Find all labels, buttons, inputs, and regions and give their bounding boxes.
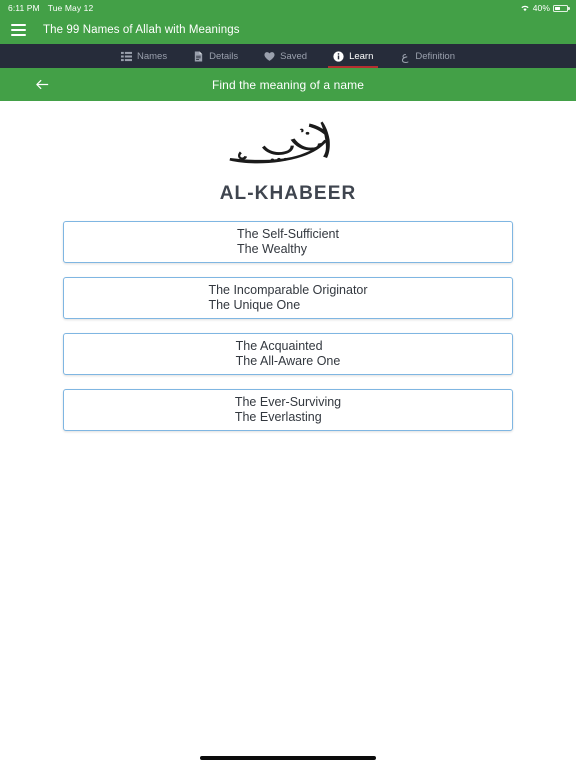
tab-definition[interactable]: ع Definition	[386, 44, 468, 68]
status-bar: 6:11 PM Tue May 12 40%	[0, 0, 576, 16]
page-title: AL-KHABEER	[219, 183, 357, 204]
answer-option-4-text: The Ever-Surviving The Everlasting	[234, 395, 342, 424]
status-bar-right: 40%	[520, 3, 570, 13]
info-icon	[333, 50, 344, 62]
tab-definition-label: Definition	[415, 50, 455, 62]
tab-details[interactable]: Details	[180, 44, 251, 68]
tab-saved[interactable]: Saved	[251, 44, 320, 68]
back-arrow-icon[interactable]	[34, 76, 51, 93]
sub-header-title: Find the meaning of a name	[211, 77, 365, 92]
battery-icon	[553, 4, 570, 12]
answer-option-2-text: The Incomparable Originator The Unique O…	[208, 283, 368, 312]
list-icon	[121, 51, 132, 62]
learn-content: AL-KHABEER The Self-Sufficient The Wealt…	[0, 101, 576, 431]
hamburger-menu-icon[interactable]	[11, 24, 26, 36]
status-bar-left: 6:11 PM Tue May 12	[8, 3, 93, 13]
answer-option-4[interactable]: The Ever-Surviving The Everlasting	[63, 389, 513, 431]
tab-bar: Names Details Saved Learn ع Definition	[0, 44, 576, 68]
app-title: The 99 Names of Allah with Meanings	[43, 24, 240, 36]
app-bar: The 99 Names of Allah with Meanings	[0, 16, 576, 44]
heart-icon	[264, 51, 275, 62]
tab-saved-label: Saved	[280, 50, 308, 62]
document-icon	[193, 51, 204, 62]
home-indicator	[200, 756, 376, 760]
status-date: Tue May 12	[47, 3, 94, 13]
answer-option-3[interactable]: The Acquainted The All-Aware One	[63, 333, 513, 375]
battery-percent: 40%	[532, 3, 550, 13]
tab-learn-label: Learn	[349, 50, 374, 62]
tab-details-label: Details	[209, 50, 239, 62]
answer-option-1[interactable]: The Self-Sufficient The Wealthy	[63, 221, 513, 263]
answer-option-1-text: The Self-Sufficient The Wealthy	[237, 227, 339, 256]
arabic-calligraphy	[0, 101, 576, 179]
sub-header: Find the meaning of a name	[0, 68, 576, 101]
tab-names[interactable]: Names	[108, 44, 180, 68]
answer-option-3-text: The Acquainted The All-Aware One	[235, 339, 341, 368]
answer-option-2[interactable]: The Incomparable Originator The Unique O…	[63, 277, 513, 319]
tab-learn[interactable]: Learn	[320, 44, 386, 68]
arabic-letter-icon: ع	[401, 48, 409, 63]
tab-names-label: Names	[137, 50, 168, 62]
status-time: 6:11 PM	[8, 3, 40, 13]
answer-options-list: The Self-Sufficient The Wealthy The Inco…	[0, 221, 576, 431]
wifi-icon	[520, 4, 530, 12]
